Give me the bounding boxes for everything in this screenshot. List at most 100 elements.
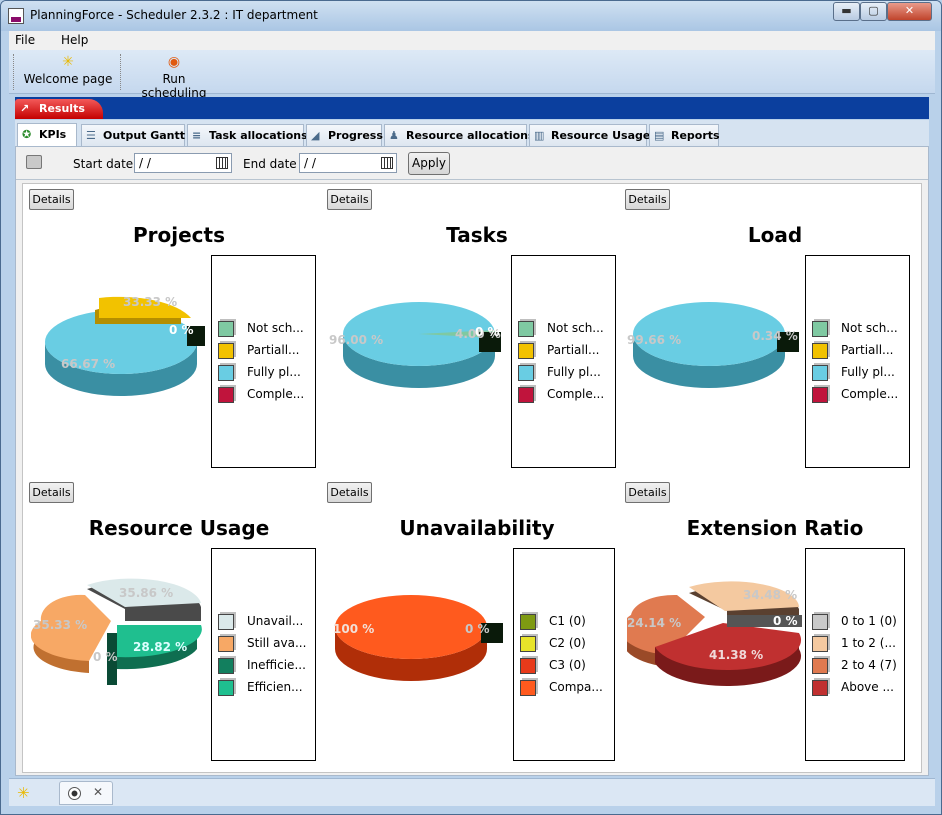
- results-tab-bar: ↗ Results: [15, 97, 929, 119]
- window-title: PlanningForce - Scheduler 2.3.2 : IT dep…: [30, 8, 318, 22]
- pie-label: 100 %: [333, 622, 374, 636]
- kpi-title: Projects: [132, 223, 225, 247]
- legend-swatch: [518, 365, 534, 381]
- legend-swatch: [812, 321, 828, 337]
- legend-label: Comple...: [247, 387, 305, 401]
- tab-task-allocations[interactable]: ≡ Task allocations: [187, 124, 308, 146]
- toolbar-separator: [13, 54, 14, 90]
- pie-chart: 35.86 % 35.33 % 0 % 28.82 %: [31, 578, 202, 685]
- bar-chart-icon: ▥: [534, 129, 545, 142]
- legend-label: Fully pl...: [247, 365, 301, 379]
- legend-label: C1 (0): [549, 614, 586, 628]
- close-tab-icon[interactable]: ✕: [93, 785, 103, 799]
- legend: Not sch... Partiall... Fully pl... Compl…: [805, 255, 910, 468]
- tab-label: Reports: [671, 129, 720, 142]
- legend-label: Unavail...: [247, 614, 304, 628]
- pie-label: 99.66 %: [627, 333, 681, 347]
- kpi-unavailability: Details Unavailability 100 % 0 % C1 (0) …: [327, 482, 627, 772]
- run-scheduling-button[interactable]: ◉ Run scheduling: [129, 54, 219, 100]
- calendar-icon[interactable]: [381, 157, 393, 169]
- tab-progress[interactable]: ◢ Progress: [306, 124, 383, 146]
- radio-icon: [68, 787, 81, 800]
- legend-swatch: [812, 343, 828, 359]
- list-icon: ≡: [192, 129, 202, 142]
- pie-chart: 34.48 % 24.14 % 0 % 41.38 %: [627, 581, 802, 687]
- pie-chart: 100 % 0 %: [333, 595, 503, 681]
- pie-label: 35.86 %: [119, 586, 173, 600]
- legend-label: Still ava...: [247, 636, 307, 650]
- gantt-icon: ☰: [86, 129, 96, 142]
- legend-label: Fully pl...: [841, 365, 895, 379]
- legend-swatch: [218, 343, 234, 359]
- star-icon: ✳: [62, 54, 74, 70]
- run-icon: ◉: [167, 54, 181, 70]
- legend-swatch: [518, 387, 534, 403]
- legend-swatch: [520, 636, 536, 652]
- tab-label: Progress: [328, 129, 383, 142]
- tab-kpis[interactable]: ✪ KPIs: [17, 123, 77, 146]
- star-icon[interactable]: ✳: [17, 784, 30, 802]
- apply-button[interactable]: Apply: [408, 152, 450, 175]
- pie-label: 0 %: [169, 323, 194, 337]
- minimize-button[interactable]: ▬: [833, 2, 860, 21]
- legend-swatch: [812, 680, 828, 696]
- pie-chart: 33.33 % 0 % 66.67 %: [45, 295, 205, 396]
- document-tab[interactable]: ✕: [59, 781, 113, 805]
- pie-label: 0 %: [93, 650, 118, 664]
- welcome-page-button[interactable]: ✳ Welcome page: [23, 54, 113, 90]
- end-date-label: End date: [243, 157, 297, 171]
- details-button[interactable]: Details: [29, 189, 74, 210]
- calendar-icon[interactable]: [216, 157, 228, 169]
- tab-resource-allocations[interactable]: ♟ Resource allocations: [384, 124, 535, 146]
- legend-swatch: [520, 614, 536, 630]
- legend-label: 2 to 4 (7): [841, 658, 897, 672]
- legend-label: Partiall...: [547, 343, 600, 357]
- legend-label: Inefficie...: [247, 658, 306, 672]
- kpi-extension-ratio: Details Extension Ratio 34.48 % 24.14 % …: [625, 482, 925, 772]
- legend-swatch: [218, 680, 234, 696]
- maximize-button[interactable]: ▢: [860, 2, 887, 21]
- legend-label: Not sch...: [841, 321, 898, 335]
- legend-swatch: [518, 343, 534, 359]
- legend-label: Comple...: [841, 387, 899, 401]
- start-date-value: / /: [139, 156, 151, 170]
- kpi-title: Load: [747, 223, 803, 247]
- result-tabs: ✪ KPIs ☰ Output Gantt ≡ Task allocations ◢ P…: [15, 120, 929, 146]
- end-date-value: / /: [304, 156, 316, 170]
- menu-file[interactable]: File: [15, 33, 35, 47]
- legend-label: Fully pl...: [547, 365, 601, 379]
- print-icon[interactable]: [26, 155, 42, 169]
- legend-swatch: [812, 658, 828, 674]
- tab-output-gantt[interactable]: ☰ Output Gantt: [81, 124, 185, 146]
- details-button[interactable]: Details: [29, 482, 74, 503]
- kpi-icon: ✪: [22, 128, 32, 141]
- details-button[interactable]: Details: [327, 189, 372, 210]
- kpi-projects: Details Projects 33.33 % 0 % 66.67 % Not…: [29, 189, 329, 479]
- legend: Unavail... Still ava... Inefficie... Eff…: [211, 548, 316, 761]
- start-date-field[interactable]: / /: [134, 153, 232, 173]
- title-bar: PlanningForce - Scheduler 2.3.2 : IT dep…: [1, 1, 941, 31]
- kpi-title: Resource Usage: [88, 516, 270, 540]
- legend-label: C2 (0): [549, 636, 586, 650]
- pie-label: 0.34 %: [752, 329, 798, 343]
- end-date-field[interactable]: / /: [299, 153, 397, 173]
- legend-swatch: [520, 658, 536, 674]
- legend-label: 1 to 2 (...: [841, 636, 896, 650]
- tab-label: Task allocations: [209, 129, 308, 142]
- details-button[interactable]: Details: [625, 482, 670, 503]
- legend-swatch: [218, 365, 234, 381]
- tab-resource-usage[interactable]: ▥ Resource Usage: [529, 124, 650, 146]
- details-button[interactable]: Details: [327, 482, 372, 503]
- results-tab[interactable]: ↗ Results: [15, 99, 103, 119]
- menu-help[interactable]: Help: [61, 33, 88, 47]
- close-button[interactable]: ✕: [887, 2, 932, 21]
- legend-label: Not sch...: [247, 321, 304, 335]
- pie-label: 0 %: [475, 325, 500, 339]
- person-icon: ♟: [389, 129, 399, 142]
- details-button[interactable]: Details: [625, 189, 670, 210]
- pie-label: 28.82 %: [133, 640, 187, 654]
- legend-swatch: [518, 321, 534, 337]
- legend-label: Not sch...: [547, 321, 604, 335]
- tab-reports[interactable]: ▤ Reports: [649, 124, 720, 146]
- legend-swatch: [812, 387, 828, 403]
